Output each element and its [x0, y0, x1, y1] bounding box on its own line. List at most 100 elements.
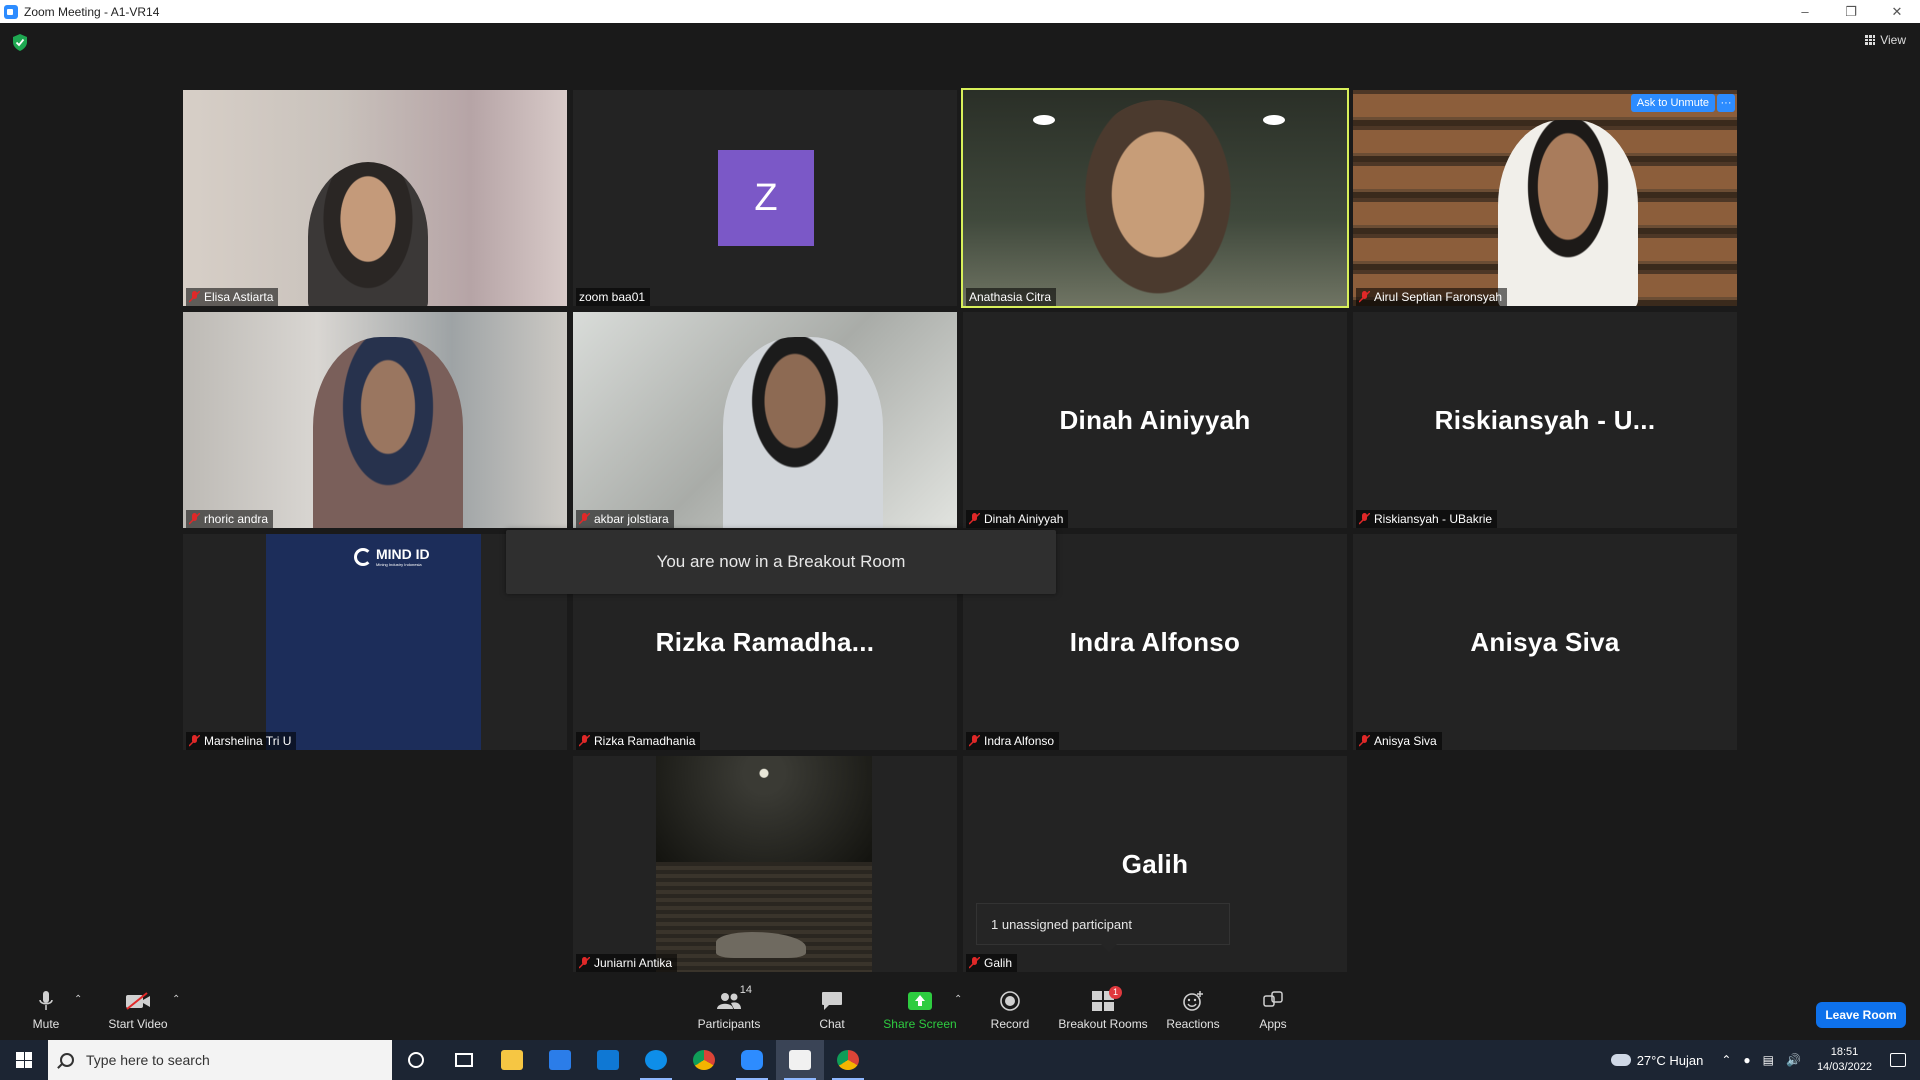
participants-count: 14: [739, 983, 752, 996]
view-label: View: [1880, 33, 1906, 47]
mail-icon[interactable]: [584, 1040, 632, 1080]
breakout-rooms-label: Breakout Rooms: [1058, 1016, 1148, 1031]
mic-off-icon: [189, 291, 200, 303]
share-screen-label: Share Screen: [883, 1016, 957, 1031]
chat-label: Chat: [819, 1016, 845, 1031]
participant-tile-dinah[interactable]: Dinah Ainiyyah Dinah Ainiyyah: [963, 312, 1347, 528]
taskbar-clock[interactable]: 18:51 14/03/2022: [1817, 1045, 1872, 1075]
view-button[interactable]: View: [1865, 33, 1906, 47]
participant-tile-rhoric[interactable]: rhoric andra: [183, 312, 567, 528]
participant-namebar: Juniarni Antika: [576, 954, 678, 972]
participant-tile-elisa[interactable]: Elisa Astiarta: [183, 90, 567, 306]
cortana-icon[interactable]: [392, 1040, 440, 1080]
video-off-icon: [125, 990, 151, 1012]
participant-name: akbar jolstiara: [594, 512, 669, 526]
chrome-icon[interactable]: [680, 1040, 728, 1080]
ask-to-unmute-button[interactable]: Ask to Unmute: [1630, 94, 1715, 112]
microphone-tray-icon[interactable]: ●: [1743, 1053, 1750, 1067]
system-tray: 27°C Hujan ⌃ ● ▤ 🔊 18:51 14/03/2022: [1610, 1040, 1920, 1080]
microphone-icon: [33, 990, 59, 1012]
participant-namebar: Indra Alfonso: [966, 732, 1060, 750]
minimize-button[interactable]: –: [1782, 0, 1828, 23]
participant-namebar: Anathasia Citra: [966, 288, 1057, 306]
smiley-icon: [1180, 990, 1206, 1012]
mic-off-icon: [1359, 291, 1370, 303]
apps-button[interactable]: Apps: [1254, 980, 1292, 1040]
share-options-caret[interactable]: ⌃: [954, 994, 962, 1005]
zoom-icon[interactable]: [728, 1040, 776, 1080]
breakout-notification-badge: 1: [1109, 985, 1122, 999]
participant-tile-airul[interactable]: Ask to Unmute ··· Airul Septian Faronsya…: [1353, 90, 1737, 306]
participant-display-name: Riskiansyah - U...: [1434, 404, 1656, 435]
leave-room-button[interactable]: Leave Room: [1816, 1002, 1906, 1028]
participant-namebar: Anisya Siva: [1356, 732, 1442, 750]
file-explorer-icon[interactable]: [488, 1040, 536, 1080]
restore-button[interactable]: ❐: [1828, 0, 1874, 23]
windows-taskbar: Type here to search 27°C Hujan ⌃ ● ▤ 🔊 1…: [0, 1040, 1920, 1080]
breakout-rooms-button[interactable]: 1 Breakout Rooms: [1056, 980, 1150, 1040]
teamviewer-icon[interactable]: [632, 1040, 680, 1080]
record-button[interactable]: Record: [984, 980, 1036, 1040]
participant-namebar: Riskiansyah - UBakrie: [1356, 510, 1498, 528]
rain-cloud-icon: [1610, 1054, 1631, 1066]
meeting-toolbar: Mute ⌃ Start Video ⌃ 14 Participants Cha…: [0, 980, 1920, 1040]
close-button[interactable]: ✕: [1874, 0, 1920, 23]
participant-tile-juniarni[interactable]: Juniarni Antika: [573, 756, 957, 972]
mic-off-icon: [579, 513, 590, 525]
breakout-rooms-icon: 1: [1090, 985, 1122, 1012]
participant-name: Elisa Astiarta: [204, 290, 274, 304]
participant-tile-zoom-baa01[interactable]: Z zoom baa01: [573, 90, 957, 306]
mic-off-icon: [189, 513, 200, 525]
participant-tile-anisya[interactable]: Anisya Siva Anisya Siva: [1353, 534, 1737, 750]
participant-namebar: Rizka Ramadhania: [576, 732, 701, 750]
notes-icon[interactable]: [776, 1040, 824, 1080]
taskbar-search[interactable]: Type here to search: [48, 1040, 392, 1080]
chevron-up-icon[interactable]: ⌃: [1721, 1053, 1731, 1067]
mute-button[interactable]: Mute: [28, 980, 64, 1040]
participant-tile-anathasia[interactable]: Anathasia Citra: [961, 88, 1349, 308]
participant-tile-riskiansyah[interactable]: Riskiansyah - U... Riskiansyah - UBakrie: [1353, 312, 1737, 528]
participant-name: Anathasia Citra: [969, 290, 1052, 304]
video-feed: [183, 90, 567, 306]
participant-name: Dinah Ainiyyah: [984, 512, 1064, 526]
start-button[interactable]: [0, 1040, 48, 1080]
participant-name: Marshelina Tri U: [204, 734, 292, 748]
video-options-caret[interactable]: ⌃: [172, 994, 180, 1005]
clock-time: 18:51: [1830, 1046, 1859, 1058]
start-video-button[interactable]: Start Video: [106, 980, 170, 1040]
participants-icon: 14: [716, 984, 752, 1012]
participant-tile-akbar[interactable]: akbar jolstiara: [573, 312, 957, 528]
search-icon: [60, 1053, 74, 1067]
reactions-button[interactable]: Reactions: [1164, 980, 1222, 1040]
weather-widget[interactable]: 27°C Hujan: [1610, 1053, 1703, 1068]
task-view-icon[interactable]: [440, 1040, 488, 1080]
audio-options-caret[interactable]: ⌃: [74, 994, 82, 1005]
participant-namebar: Dinah Ainiyyah: [966, 510, 1069, 528]
apps-label: Apps: [1259, 1016, 1287, 1031]
participant-name: Riskiansyah - UBakrie: [1374, 512, 1493, 526]
share-screen-button[interactable]: Share Screen: [880, 980, 960, 1040]
mic-off-icon: [969, 957, 980, 969]
window-controls: – ❐ ✕: [1782, 0, 1920, 23]
more-options-button[interactable]: ···: [1717, 94, 1735, 112]
mic-off-icon: [969, 735, 980, 747]
participants-label: Participants: [697, 1016, 761, 1031]
chat-button[interactable]: Chat: [812, 980, 852, 1040]
volume-icon[interactable]: 🔊: [1786, 1053, 1801, 1067]
participant-name: Anisya Siva: [1374, 734, 1437, 748]
avatar: Z: [718, 150, 814, 246]
network-icon[interactable]: ▤: [1763, 1053, 1774, 1067]
grid-view-icon: [1865, 35, 1876, 45]
participant-name: Airul Septian Faronsyah: [1374, 290, 1503, 304]
chrome-alt-icon[interactable]: [824, 1040, 872, 1080]
store-icon[interactable]: [536, 1040, 584, 1080]
meeting-area: View Elisa Astiarta Z zoom baa01 Anathas…: [0, 23, 1920, 980]
mic-off-icon: [1359, 513, 1370, 525]
participant-namebar: Galih: [966, 954, 1018, 972]
participants-button[interactable]: 14 Participants: [694, 980, 764, 1040]
participant-namebar: zoom baa01: [576, 288, 651, 306]
zoom-app-icon: [4, 4, 18, 19]
security-shield-icon[interactable]: [12, 34, 28, 51]
profile-image: MIND ID Mining Industry Indonesia: [266, 534, 481, 750]
notification-center-icon[interactable]: [1890, 1053, 1906, 1067]
